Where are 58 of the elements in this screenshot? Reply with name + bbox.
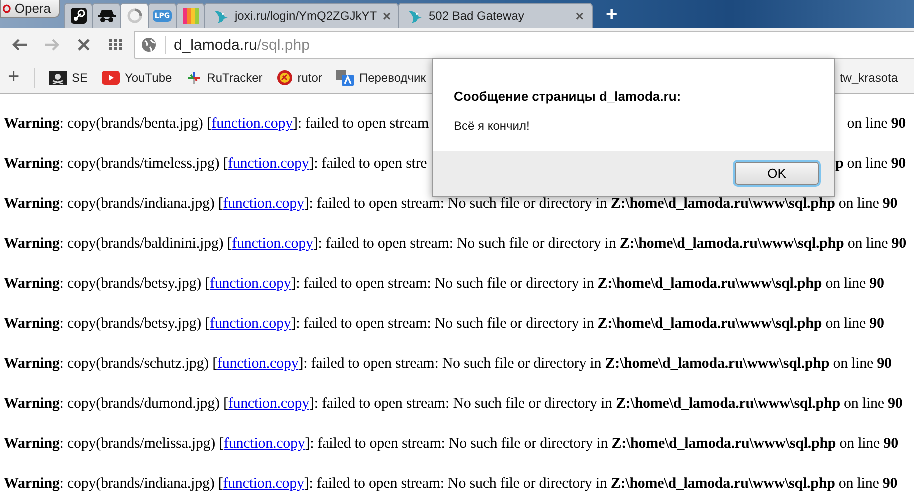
warning-message: Warning: copy(brands/timeless.jpg) [function.copy]: failed to open stre	[4, 155, 428, 173]
spy-icon	[98, 9, 116, 23]
function-link[interactable]: function.copy	[223, 476, 304, 492]
bookmark[interactable]: YouTube	[102, 70, 172, 84]
function-link[interactable]: function.copy	[210, 316, 292, 332]
warning-message: Warning: copy(brands/dumond.jpg) [function.copy]: failed to open stream: No such file or directory in Z:\home\d_lamoda.ru\www\sql.php on line 90	[4, 395, 903, 413]
add-bookmark-button[interactable]: +	[8, 66, 24, 89]
pinned-tab[interactable]	[64, 3, 93, 28]
browser-tab[interactable]: 502 Bad Gateway ×	[398, 3, 593, 28]
ok-button[interactable]: OK	[735, 162, 819, 185]
function-link[interactable]: function.copy	[228, 156, 310, 172]
stripes-icon	[182, 8, 198, 24]
warning-message: Warning: copy(brands/melissa.jpg) [function.copy]: failed to open stream: No such file or directory in Z:\home\d_lamoda.ru\www\sql.php on line 90	[4, 435, 898, 453]
bird-icon	[213, 8, 229, 24]
apps-icon[interactable]	[109, 39, 123, 51]
translate-icon	[336, 70, 354, 86]
arrows-icon	[186, 70, 202, 86]
warning-message: Warning: copy(brands/schutz.jpg) [function.copy]: failed to open stream: No such file or directory in Z:\home\d_lamoda.ru\www\sql.php on line 90	[4, 355, 892, 373]
bookmark[interactable]: SE	[49, 70, 88, 84]
pinned-tab[interactable]	[92, 3, 121, 28]
new-tab-button[interactable]: +	[606, 5, 618, 25]
function-link[interactable]: function.copy	[224, 436, 306, 452]
bird-icon	[407, 8, 423, 24]
globe-icon	[141, 37, 157, 53]
play-icon	[102, 70, 120, 84]
pirate-flag-icon	[49, 70, 67, 84]
warning-message: Warning: copy(brands/indiana.jpg) [function.copy]: failed to open stream: No such file or directory in Z:\home\d_lamoda.ru\www\sql.php on line 90	[4, 195, 898, 213]
bookmark[interactable]: Переводчик	[336, 70, 426, 86]
stop-icon[interactable]	[78, 39, 90, 51]
dialog-message: Всё я кончил!	[454, 119, 531, 133]
function-link[interactable]: function.copy	[210, 276, 292, 292]
warning-message: Warning: copy(brands/indiana.jpg) [function.copy]: failed to open stream: No such file or directory in Z:\home\d_lamoda.ru\www\sql.php on line 90	[4, 475, 898, 493]
tab-title: joxi.ru/login/YmQ2ZGJkYT	[235, 9, 378, 23]
url-text: d_lamoda.ru/sql.php	[174, 36, 310, 54]
loading-icon	[126, 8, 142, 24]
function-link[interactable]: function.copy	[217, 356, 299, 372]
warning-tail: on line 90	[847, 115, 907, 133]
bookmark[interactable]: rutor	[276, 70, 322, 86]
warning-message: Warning: copy(brands/baldinini.jpg) [function.copy]: failed to open stream: No such file or directory in Z:\home\d_lamoda.ru\www\sql.php on line 90	[4, 235, 907, 253]
back-icon[interactable]	[12, 38, 28, 52]
warning-tail: p on line 90	[835, 155, 907, 173]
function-link[interactable]: function.copy	[232, 236, 314, 252]
menu-button[interactable]: Opera	[0, 0, 60, 18]
tab-title: 502 Bad Gateway	[429, 9, 526, 23]
dialog-title: Сообщение страницы d_lamoda.ru:	[454, 89, 682, 104]
browser-tab[interactable]: joxi.ru/login/YmQ2ZGJkYT ×	[204, 3, 399, 28]
warning-message: Warning: copy(brands/benta.jpg) [function.copy]: failed to open stream	[4, 115, 429, 133]
function-link[interactable]: function.copy	[212, 116, 293, 132]
warning-message: Warning: copy(brands/betsy.jpg) [function.copy]: failed to open stream: No such file or directory in Z:\home\d_lamoda.ru\www\sql.php on line 90	[4, 275, 884, 293]
close-icon[interactable]: ×	[383, 8, 392, 24]
function-link[interactable]: function.copy	[228, 396, 310, 412]
function-link[interactable]: function.copy	[223, 196, 304, 212]
steam-icon	[70, 8, 86, 24]
bookmark[interactable]: RuTracker	[186, 70, 263, 86]
close-icon[interactable]: ×	[576, 8, 584, 24]
warning-message: Warning: copy(brands/betsy.jpg) [function.copy]: failed to open stream: No such file or directory in Z:\home\d_lamoda.ru\www\sql.php on line 90	[4, 315, 884, 333]
bookmark[interactable]: tw_krasota	[840, 70, 898, 84]
address-field[interactable]: d_lamoda.ru/sql.php	[134, 31, 914, 59]
